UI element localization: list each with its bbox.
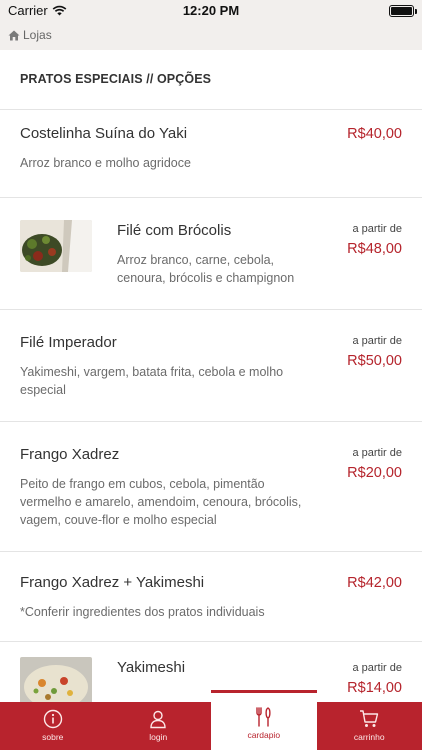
item-name: Costelinha Suína do Yaki (20, 125, 188, 142)
tab-label: cardapio (247, 730, 281, 740)
item-description: *Conferir ingredientes dos pratos indivi… (20, 605, 265, 619)
item-price: R$48,00 (347, 241, 402, 257)
item-description: Yakimeshi, vargem, batata frita, cebola … (20, 365, 284, 397)
price-from-label: a partir de (352, 447, 402, 459)
info-icon (43, 709, 62, 729)
status-bar: Carrier 12:20 PM (0, 0, 422, 22)
item-name: Frango Xadrez (20, 446, 120, 463)
menu-content[interactable]: PRATOS ESPECIAIS // OPÇÕES Costelinha Su… (0, 50, 422, 702)
tab-bar: sobre login cardapio carrinho (0, 690, 422, 750)
tab-cardapio[interactable]: cardapio (211, 690, 317, 750)
item-price: R$50,00 (347, 353, 402, 369)
home-icon (8, 30, 20, 40)
price-from-label: a partir de (352, 223, 402, 235)
item-price: R$14,00 (347, 680, 402, 696)
item-price: R$42,00 (347, 575, 402, 591)
nav-bar: Lojas (0, 22, 422, 50)
item-description: Arroz branco, carne, cebola, cenoura, br… (117, 253, 295, 285)
price-from-label: a partir de (352, 335, 402, 347)
item-price: R$40,00 (347, 126, 402, 142)
clock: 12:20 PM (182, 3, 240, 18)
back-to-lojas-link[interactable]: Lojas (8, 28, 52, 42)
section-title: PRATOS ESPECIAIS // OPÇÕES (0, 50, 422, 110)
tab-login[interactable]: login (106, 702, 212, 750)
menu-item[interactable]: Costelinha Suína do Yaki Arroz branco e … (0, 110, 422, 198)
menu-item[interactable]: Filé com Brócolis Arroz branco, carne, c… (0, 198, 422, 310)
tab-label: carrinho (353, 732, 385, 742)
menu-item[interactable]: Frango Xadrez Peito de frango em cubos, … (0, 422, 422, 552)
menu-item[interactable]: Frango Xadrez + Yakimeshi *Conferir ingr… (0, 552, 422, 642)
item-photo (20, 657, 92, 702)
back-label: Lojas (23, 28, 52, 42)
user-icon (150, 710, 166, 729)
item-description: Peito de frango em cubos, cebola, piment… (20, 477, 302, 527)
tab-sobre[interactable]: sobre (0, 702, 106, 750)
battery-icon (389, 5, 417, 17)
item-photo (20, 220, 92, 272)
tab-label: sobre (42, 732, 64, 742)
item-name: Filé Imperador (20, 334, 117, 351)
item-description: Arroz branco e molho agridoce (20, 156, 191, 170)
price-from-label: a partir de (352, 662, 402, 674)
cart-icon (360, 710, 379, 727)
tab-carrinho[interactable]: carrinho (317, 702, 422, 750)
cutlery-icon (256, 707, 271, 727)
item-price: R$20,00 (347, 465, 402, 481)
item-name: Frango Xadrez + Yakimeshi (20, 574, 205, 591)
item-name: Filé com Brócolis (117, 222, 232, 239)
item-name: Yakimeshi (117, 659, 186, 676)
menu-item[interactable]: Filé Imperador Yakimeshi, vargem, batata… (0, 310, 422, 422)
tab-label: login (149, 732, 168, 742)
